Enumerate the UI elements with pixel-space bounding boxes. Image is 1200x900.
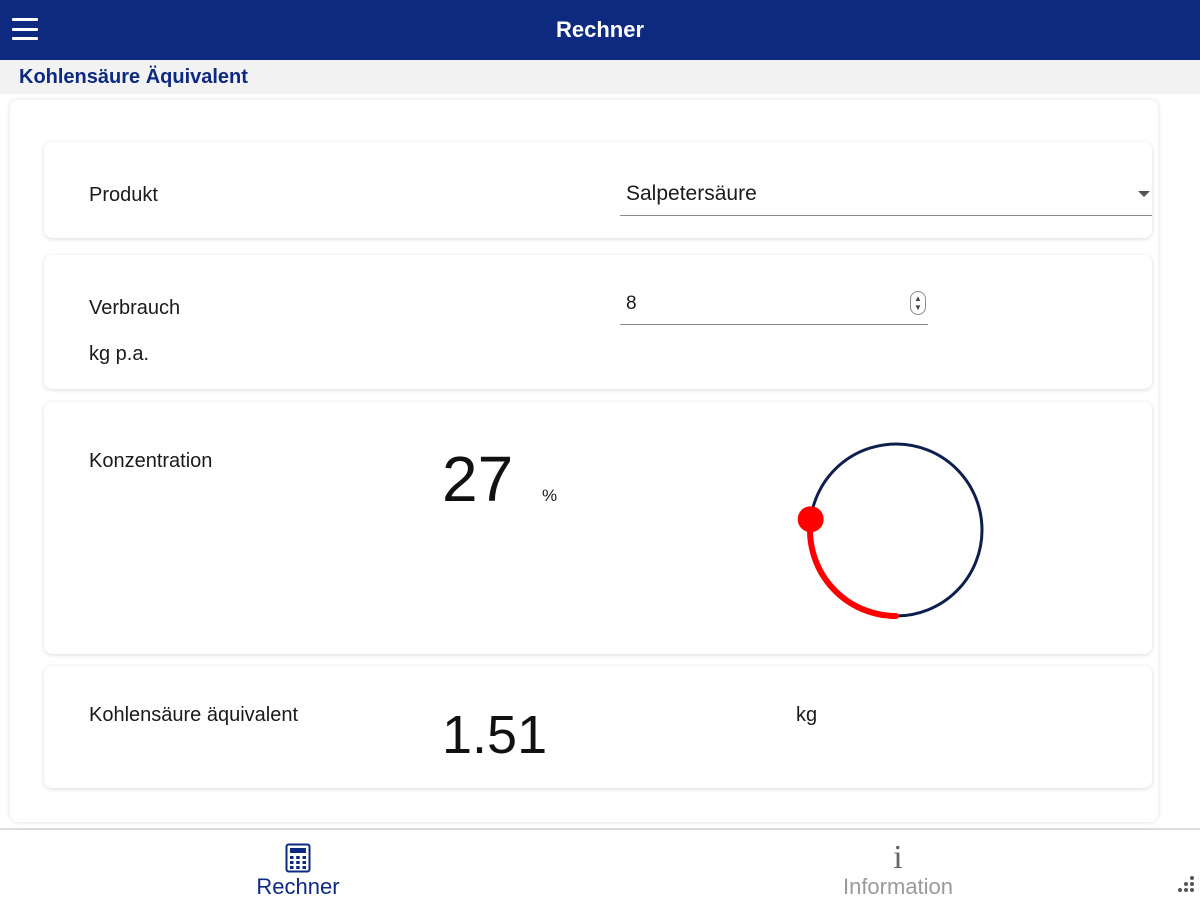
konzentration-value: 27 xyxy=(442,443,514,515)
stepper-icon[interactable]: ▲ ▼ xyxy=(910,291,926,315)
konzentration-dial[interactable] xyxy=(796,440,996,624)
resize-grip-icon[interactable] xyxy=(1172,872,1196,896)
tab-rechner-label: Rechner xyxy=(256,874,340,899)
page-header: Kohlensäure Äquivalent xyxy=(0,60,1200,94)
kohlensaeure-value: 1.51 xyxy=(442,705,548,765)
app-title: Rechner xyxy=(555,17,645,42)
verbrauch-unit: kg p.a. xyxy=(89,343,150,365)
calculator-panel: Produkt Salpetersäure Verbrauch kg p.a. … xyxy=(10,100,1158,822)
dial-handle[interactable] xyxy=(797,506,824,533)
konzentration-unit: % xyxy=(542,486,558,505)
tab-rechner[interactable]: Rechner xyxy=(200,830,396,900)
produkt-card: Produkt Salpetersäure xyxy=(44,142,1152,238)
verbrauch-label: Verbrauch xyxy=(89,297,181,319)
verbrauch-input[interactable]: 8 ▲ ▼ xyxy=(620,285,928,325)
kohlensaeure-unit: kg xyxy=(796,704,818,726)
kohlensaeure-label: Kohlensäure äquivalent xyxy=(89,704,299,726)
tab-information[interactable]: i Information xyxy=(800,830,996,900)
konzentration-card: Konzentration 27 % xyxy=(44,402,1152,654)
app-header: Rechner xyxy=(0,0,1200,60)
konzentration-label: Konzentration xyxy=(89,450,213,472)
page-title: Kohlensäure Äquivalent xyxy=(19,65,248,88)
info-icon: i xyxy=(893,839,903,876)
produkt-select[interactable]: Salpetersäure xyxy=(620,172,1152,216)
produkt-label: Produkt xyxy=(89,184,158,206)
calculator-icon xyxy=(285,842,311,874)
bottom-tab-bar: Rechner i Information xyxy=(0,828,1200,900)
tab-information-label: Information xyxy=(842,874,954,899)
verbrauch-card: Verbrauch kg p.a. 8 ▲ ▼ xyxy=(44,255,1152,389)
kohlensaeure-card: Kohlensäure äquivalent 1.51 kg xyxy=(44,666,1152,788)
dial-progress-arc xyxy=(807,516,899,619)
caret-down-icon xyxy=(1138,191,1150,197)
hamburger-menu-icon[interactable] xyxy=(12,18,38,40)
produkt-select-value: Salpetersäure xyxy=(626,182,757,205)
verbrauch-input-value: 8 xyxy=(626,293,637,314)
